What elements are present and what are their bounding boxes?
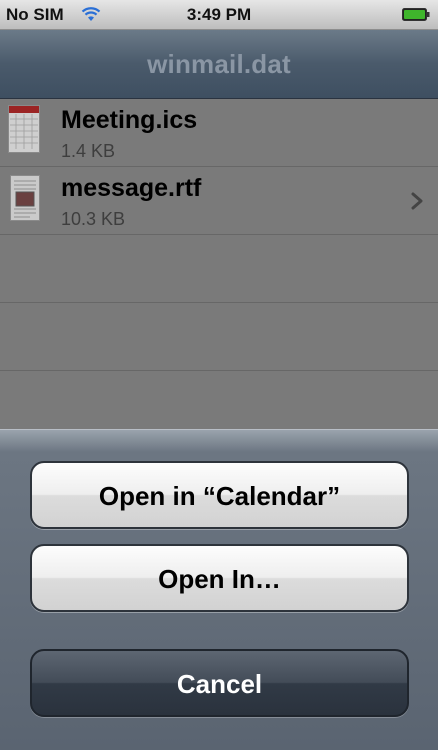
- navigation-bar: winmail.dat: [0, 30, 438, 99]
- status-bar: No SIM 3:49 PM: [0, 0, 438, 30]
- file-row-meeting-ics[interactable]: Meeting.ics 1.4 KB: [0, 99, 438, 167]
- document-file-icon: [10, 175, 40, 221]
- file-size: 1.4 KB: [61, 141, 116, 161]
- open-in-button[interactable]: Open In…: [30, 544, 409, 612]
- file-list: Meeting.ics 1.4 KB message.rtf 10.3 KB: [0, 99, 438, 429]
- file-row-message-rtf[interactable]: message.rtf 10.3 KB: [0, 167, 438, 235]
- empty-row: [0, 303, 438, 371]
- empty-row: [0, 235, 438, 303]
- open-in-calendar-button[interactable]: Open in “Calendar”: [30, 461, 409, 529]
- clock: 3:49 PM: [186, 5, 252, 24]
- action-sheet: Open in “Calendar” Open In… Cancel: [0, 429, 438, 750]
- chevron-right-icon: [411, 192, 423, 210]
- page-title: winmail.dat: [147, 49, 291, 79]
- file-name: Meeting.ics: [61, 106, 198, 134]
- file-name: message.rtf: [61, 174, 202, 202]
- file-size: 10.3 KB: [61, 209, 126, 229]
- calendar-file-icon: [8, 105, 40, 153]
- cancel-button[interactable]: Cancel: [30, 649, 409, 717]
- battery-icon: [402, 8, 430, 21]
